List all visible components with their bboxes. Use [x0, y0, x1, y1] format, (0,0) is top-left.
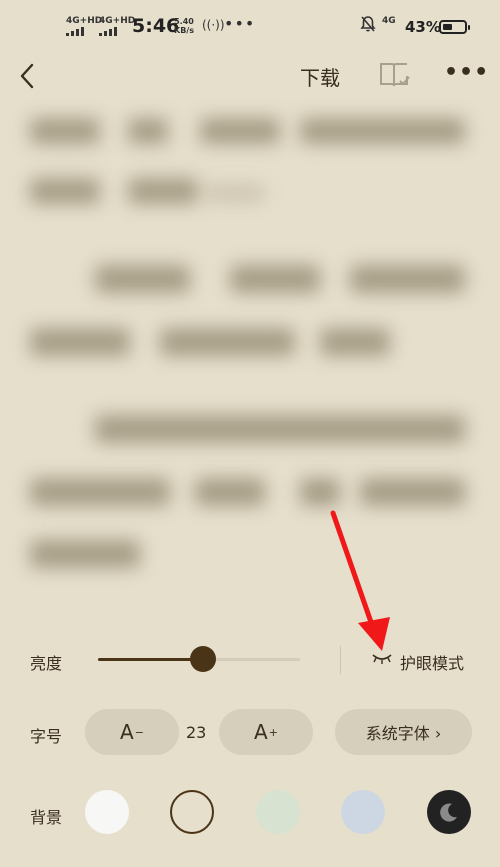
network-speed: 5.40 KB/s: [174, 17, 194, 35]
signal-sim1: 4G+HD: [66, 16, 102, 36]
system-font-button[interactable]: 系统字体 ›: [335, 709, 472, 755]
blurred-text-line: [195, 478, 265, 506]
increase-font-label: A: [254, 720, 268, 744]
blurred-text-line: [30, 328, 130, 356]
book-text-blurred: [0, 100, 500, 600]
blurred-text-line: [205, 184, 265, 202]
blurred-text-line: [230, 265, 320, 293]
blurred-text-line: [300, 478, 340, 506]
signal-sim2: 4G+HD: [99, 16, 135, 36]
decrease-font-sign: −: [134, 725, 144, 739]
divider: [340, 646, 341, 674]
more-options-button[interactable]: •••: [444, 60, 489, 85]
increase-font-button[interactable]: A +: [219, 709, 313, 755]
battery-percent: 43%: [405, 18, 441, 36]
blurred-text-line: [350, 265, 465, 293]
background-night-swatch[interactable]: [427, 790, 471, 834]
brightness-slider-thumb[interactable]: [190, 646, 217, 672]
blurred-text-line: [95, 265, 190, 293]
clock: 5:46: [132, 15, 180, 37]
eye-closed-icon[interactable]: [371, 652, 393, 666]
blurred-text-line: [128, 118, 168, 144]
blurred-text-line: [30, 118, 100, 144]
decrease-font-label: A: [120, 720, 134, 744]
download-button[interactable]: 下载: [300, 62, 340, 91]
background-blue-swatch[interactable]: [341, 790, 385, 834]
mobile-data-indicator: 4G: [382, 16, 396, 26]
blurred-text-line: [320, 328, 390, 356]
notification-dots: •••: [224, 14, 256, 33]
mute-bell-icon: [360, 16, 376, 32]
blurred-text-line: [160, 328, 295, 356]
font-size-value: 23: [186, 723, 207, 742]
background-label: 背景: [30, 808, 63, 827]
blurred-text-line: [30, 178, 100, 204]
brightness-label: 亮度: [30, 654, 63, 673]
blurred-text-line: [30, 478, 170, 506]
sim2-label: 4G+HD: [99, 16, 136, 26]
sim1-label: 4G+HD: [66, 16, 103, 26]
increase-font-sign: +: [268, 725, 278, 739]
speed-value: 5.40: [174, 17, 194, 26]
blurred-text-line: [300, 118, 465, 144]
blurred-text-line: [95, 415, 465, 443]
decrease-font-button[interactable]: A −: [85, 709, 179, 755]
blurred-text-line: [360, 478, 465, 506]
red-arrow-annotation: [330, 510, 390, 651]
background-beige-swatch[interactable]: [170, 790, 214, 834]
eye-protection-mode-button[interactable]: 护眼模式: [400, 650, 464, 674]
bookshelf-icon[interactable]: [378, 60, 412, 90]
background-white-swatch[interactable]: [85, 790, 129, 834]
brightness-slider-fill: [98, 658, 204, 661]
moon-icon: [440, 803, 457, 822]
battery-icon: [439, 20, 470, 34]
speed-unit: KB/s: [174, 26, 194, 35]
back-arrow-icon[interactable]: [14, 58, 46, 94]
font-size-label: 字号: [30, 727, 63, 746]
blurred-text-line: [200, 118, 280, 144]
hotspot-icon: ((·)): [202, 18, 225, 32]
blurred-text-line: [128, 178, 198, 204]
status-bar: 4G+HD 4G+HD 5:46 5.40 KB/s ((·)) ••• 4G …: [0, 0, 500, 56]
background-green-swatch[interactable]: [256, 790, 300, 834]
blurred-text-line: [30, 540, 140, 568]
